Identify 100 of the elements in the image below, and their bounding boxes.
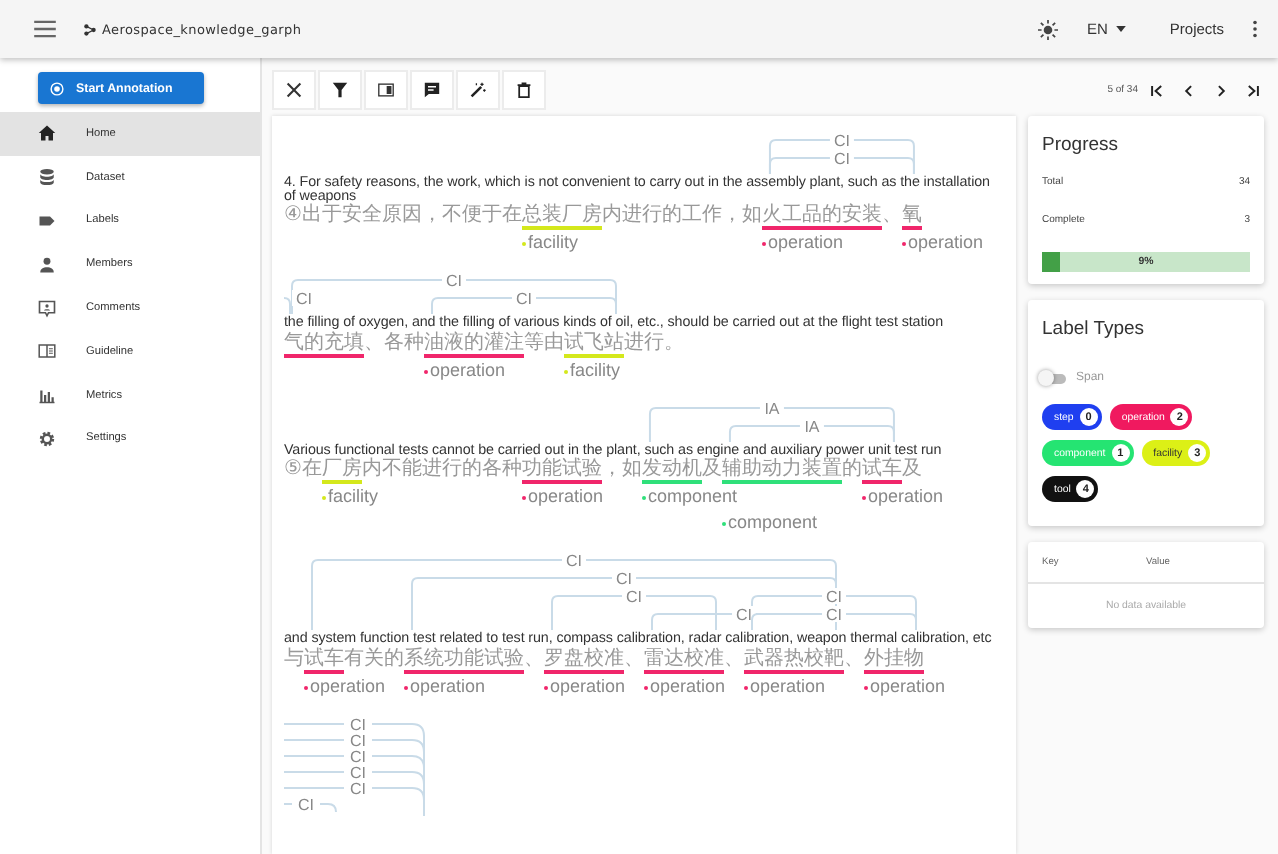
- sentence-text: ⑤在: [284, 458, 322, 480]
- guide-icon: [38, 342, 56, 361]
- span-toggle[interactable]: [1042, 373, 1066, 383]
- relation-label[interactable]: CI: [566, 552, 582, 570]
- span-label-tag[interactable]: operation: [861, 486, 943, 508]
- span-label-tag[interactable]: operation: [424, 359, 506, 381]
- sentence-text: 内不能进行的各种: [361, 458, 522, 480]
- home-icon: [38, 124, 56, 143]
- span-label-tag[interactable]: facility: [321, 486, 378, 508]
- filter-button[interactable]: [318, 70, 362, 110]
- span-label-tag[interactable]: facility: [521, 232, 578, 254]
- comment-button[interactable]: [410, 70, 454, 110]
- sentence-text: 与: [284, 647, 304, 669]
- card-title: Progress: [1042, 134, 1121, 156]
- relation-label[interactable]: CI: [350, 731, 366, 749]
- annotated-span[interactable]: 试飞站: [564, 331, 624, 357]
- span-label-tag[interactable]: operation: [544, 675, 626, 697]
- relation-label[interactable]: CI: [833, 132, 850, 150]
- sentence-text: ④出于安全原因，不便于在: [284, 204, 522, 226]
- label-icon: [38, 211, 56, 230]
- caret-icon: [1115, 26, 1126, 32]
- delete-icon: [516, 82, 532, 98]
- relation-label[interactable]: CI: [446, 272, 462, 290]
- relation-label[interactable]: CI: [350, 779, 366, 797]
- annotated-span[interactable]: 外挂物: [864, 647, 924, 673]
- span-label-tag[interactable]: operation: [744, 675, 826, 697]
- annotated-span[interactable]: 功能试验: [521, 458, 602, 484]
- annotated-span[interactable]: 武器热校靶: [744, 647, 844, 673]
- more-icon[interactable]: [1252, 20, 1258, 38]
- card-title: Label Types: [1042, 318, 1147, 340]
- sentence-text: 内进行的工作，如: [601, 204, 762, 226]
- annotated-span[interactable]: 试车: [861, 458, 902, 484]
- relation-label[interactable]: CI: [616, 570, 632, 588]
- sentence-text: 及: [901, 458, 922, 480]
- relation-label[interactable]: IA: [764, 399, 780, 417]
- annotated-span[interactable]: 总装厂房: [521, 204, 602, 230]
- menu-icon[interactable]: [34, 20, 56, 38]
- span-label-tag[interactable]: operation: [644, 675, 726, 697]
- annotated-span[interactable]: 厂房: [321, 458, 362, 484]
- annotated-span[interactable]: 火工品的安装: [761, 204, 882, 230]
- person-icon: [38, 255, 56, 274]
- span-label-tag[interactable]: operation: [761, 232, 843, 254]
- sentence-text: 、: [881, 204, 902, 226]
- comment-icon: [38, 299, 56, 318]
- span-label-tag[interactable]: operation: [404, 675, 486, 697]
- relation-label[interactable]: CI: [736, 606, 752, 624]
- sentence-text: 、: [724, 647, 744, 669]
- sentence-text: 、: [624, 647, 644, 669]
- span-label-tag[interactable]: operation: [521, 486, 603, 508]
- magic-wand-icon: [470, 82, 486, 98]
- relation-label[interactable]: CI: [296, 290, 312, 308]
- magic-wand-button[interactable]: [456, 70, 500, 110]
- span-label-tag[interactable]: operation: [864, 675, 946, 697]
- sentence-text: 、: [524, 647, 544, 669]
- sentence-text: ，如: [601, 458, 642, 480]
- relation-label[interactable]: IA: [804, 417, 820, 435]
- relation-label[interactable]: CI: [350, 715, 366, 733]
- relation-label[interactable]: CI: [350, 747, 366, 765]
- panel-icon: [378, 82, 394, 98]
- close-icon: [286, 82, 302, 98]
- relation-label[interactable]: CI: [626, 588, 642, 606]
- relation-label[interactable]: CI: [516, 290, 532, 308]
- first-page-icon[interactable]: [1150, 83, 1164, 97]
- relation-label[interactable]: CI: [826, 606, 842, 624]
- close-button[interactable]: [272, 70, 316, 110]
- span-label-tag[interactable]: operation: [901, 232, 983, 254]
- last-page-icon[interactable]: [1246, 83, 1260, 97]
- annotated-span[interactable]: 发动机: [641, 458, 702, 484]
- annotated-span[interactable]: 辅助动力装置: [721, 458, 842, 484]
- relation-label[interactable]: CI: [298, 795, 314, 813]
- span-label-tag[interactable]: component: [641, 486, 737, 508]
- filter-icon: [332, 82, 348, 98]
- span-label-tag[interactable]: component: [721, 512, 817, 534]
- comment-icon: [424, 82, 440, 98]
- span-label-tag[interactable]: operation: [304, 675, 386, 697]
- annotated-span[interactable]: 油液的灌注: [424, 331, 524, 357]
- annotated-span[interactable]: 雷达校准: [644, 647, 724, 673]
- sentence-text: 的: [841, 458, 862, 480]
- annotated-span[interactable]: 试车: [304, 647, 344, 673]
- guideline-button[interactable]: [364, 70, 408, 110]
- brightness-icon[interactable]: [1038, 19, 1059, 39]
- annotated-span[interactable]: 气的充填: [284, 331, 364, 357]
- sentence-text: 及: [701, 458, 722, 480]
- sentence-text: 、: [844, 647, 864, 669]
- delete-button[interactable]: [502, 70, 546, 110]
- sentence-text: 有关的: [344, 647, 404, 669]
- sentence-text: 、各种: [364, 331, 424, 353]
- span-label-tag[interactable]: facility: [564, 359, 621, 381]
- database-icon: [38, 168, 56, 187]
- relation-label[interactable]: CI: [826, 588, 842, 606]
- annotated-span[interactable]: 系统功能试验: [404, 647, 524, 673]
- chart-icon: [38, 386, 56, 405]
- annotated-span[interactable]: 氧: [901, 204, 922, 230]
- next-icon[interactable]: [1214, 83, 1228, 97]
- target-icon: [50, 81, 64, 95]
- relation-label[interactable]: CI: [350, 763, 366, 781]
- annotated-span[interactable]: 罗盘校准: [544, 647, 624, 673]
- previous-icon[interactable]: [1182, 83, 1196, 97]
- relation-label[interactable]: CI: [833, 150, 850, 168]
- gear-icon: [38, 429, 56, 448]
